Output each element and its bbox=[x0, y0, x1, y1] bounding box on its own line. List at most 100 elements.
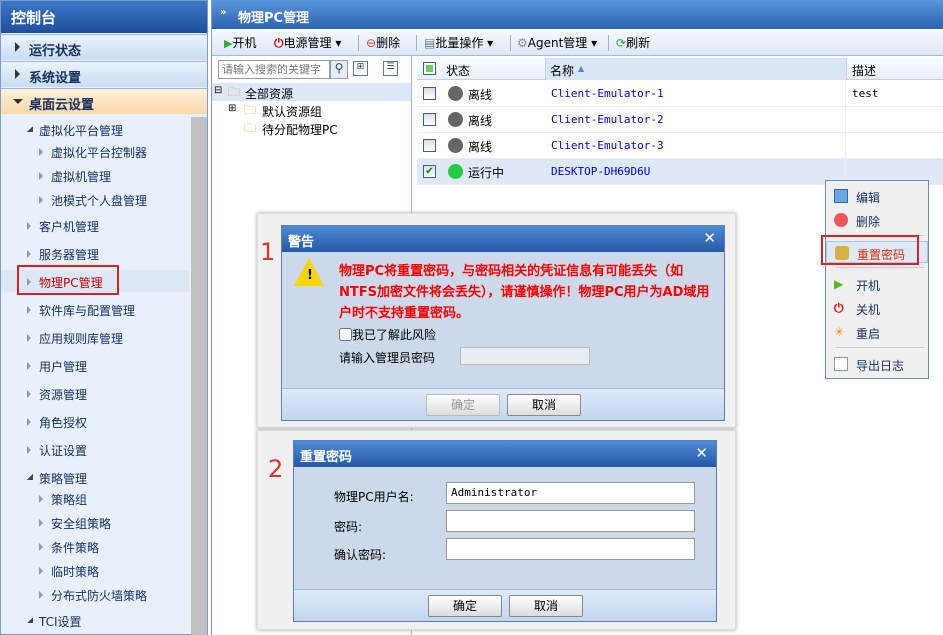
select-all-checkbox[interactable] bbox=[423, 62, 436, 75]
menu-item-power-on[interactable]: ▶ 开机 bbox=[826, 273, 928, 295]
refresh-button[interactable]: ⟳刷新 bbox=[616, 34, 650, 51]
list-view-icon[interactable]: ☰ bbox=[383, 61, 398, 76]
menu-item-export-log[interactable]: 导出日志 bbox=[826, 353, 928, 375]
offline-status-icon bbox=[448, 138, 463, 153]
pc-name[interactable]: Client-Emulator-3 bbox=[551, 139, 664, 152]
power-on-button[interactable]: ▶开机 bbox=[224, 34, 256, 51]
restart-icon: ✳ bbox=[834, 325, 845, 339]
close-icon[interactable]: ✕ bbox=[695, 444, 708, 462]
cancel-button[interactable]: 取消 bbox=[509, 595, 583, 617]
caret-right-icon bbox=[27, 418, 31, 426]
confirm-password-label: 确认密码: bbox=[334, 548, 387, 562]
sidebar-item[interactable]: 服务器管理 bbox=[1, 242, 189, 264]
divider bbox=[608, 35, 609, 51]
row-checkbox[interactable] bbox=[423, 87, 436, 100]
ok-button[interactable]: 确定 bbox=[426, 394, 500, 416]
sidebar-item[interactable]: 软件库与配置管理 bbox=[1, 298, 189, 320]
label: 开机 bbox=[232, 36, 257, 50]
sidebar-item[interactable]: 条件策略 bbox=[1, 535, 189, 557]
sidebar-item[interactable]: 应用规则库管理 bbox=[1, 326, 189, 348]
sidebar-item[interactable]: 用户管理 bbox=[1, 354, 189, 376]
batch-ops-button[interactable]: ▤批量操作 ▾ bbox=[424, 34, 493, 51]
sidebar-scrollbar[interactable] bbox=[191, 117, 207, 635]
sidebar-item[interactable]: 策略管理 bbox=[1, 466, 189, 488]
table-row[interactable]: 离线 Client-Emulator-2 bbox=[417, 107, 943, 133]
sidebar-item[interactable]: 角色授权 bbox=[1, 410, 189, 432]
menu-item-delete[interactable]: 删除 bbox=[826, 209, 928, 231]
divider bbox=[836, 267, 924, 268]
page-title: » 物理PC管理 bbox=[212, 0, 943, 29]
row-checkbox[interactable]: ✔ bbox=[423, 165, 436, 178]
sidebar-item-label: 策略组 bbox=[51, 493, 88, 507]
sidebar-item[interactable]: 虚拟化平台管理 bbox=[1, 118, 189, 140]
ack-checkbox[interactable] bbox=[339, 328, 352, 341]
username-label: 物理PC用户名: bbox=[334, 490, 414, 504]
dialog-title: 重置密码 bbox=[294, 441, 716, 467]
column-desc[interactable]: 描述 bbox=[852, 62, 876, 79]
ack-checkbox-row[interactable]: 我已了解此风险 bbox=[339, 326, 436, 343]
highlight-box bbox=[17, 265, 119, 295]
label: 删除 bbox=[856, 215, 881, 229]
sidebar-item[interactable]: 分布式防火墙策略 bbox=[1, 583, 189, 605]
menu-item-edit[interactable]: 编辑 bbox=[826, 185, 928, 207]
expand-tree-icon[interactable]: ⊞ bbox=[353, 61, 368, 76]
row-checkbox[interactable] bbox=[423, 139, 436, 152]
section-desktop-cloud[interactable]: 桌面云设置 bbox=[1, 88, 207, 114]
sidebar-item[interactable]: 虚拟化平台控制器 bbox=[1, 140, 189, 162]
caret-right-icon bbox=[39, 543, 43, 551]
password-input[interactable] bbox=[446, 510, 695, 532]
sidebar-item-label: 资源管理 bbox=[39, 388, 88, 402]
caret-right-icon bbox=[39, 495, 43, 503]
delete-button[interactable]: ⊖删除 bbox=[366, 34, 400, 51]
sidebar-item[interactable]: 认证设置 bbox=[1, 438, 189, 460]
admin-password-input[interactable] bbox=[460, 347, 590, 365]
sidebar-item[interactable]: 资源管理 bbox=[1, 382, 189, 404]
status-text: 离线 bbox=[468, 88, 493, 102]
column-name[interactable]: 名称 ▲ bbox=[545, 58, 847, 80]
username-input[interactable]: Administrator bbox=[446, 482, 695, 504]
section-run-status[interactable]: 运行状态 bbox=[1, 34, 207, 60]
menu-item-shutdown[interactable]: ⏻ 关机 bbox=[826, 297, 928, 319]
table-row[interactable]: 离线 Client-Emulator-3 bbox=[417, 133, 943, 159]
batch-icon: ▤ bbox=[424, 36, 436, 50]
cancel-button[interactable]: 取消 bbox=[507, 394, 581, 416]
section-label: 系统设置 bbox=[29, 71, 82, 86]
sort-asc-icon: ▲ bbox=[578, 64, 585, 73]
confirm-password-input[interactable] bbox=[446, 538, 695, 560]
section-system-settings[interactable]: 系统设置 bbox=[1, 61, 207, 87]
sidebar-item[interactable]: 池模式个人盘管理 bbox=[1, 188, 189, 210]
table-row[interactable]: 离线 Client-Emulator-1 test bbox=[417, 81, 943, 107]
tree-node[interactable]: ⊞ 🗀 默认资源组 bbox=[212, 101, 411, 119]
sidebar-item-label: 用户管理 bbox=[39, 360, 88, 374]
sidebar-item-label: 客户机管理 bbox=[39, 220, 100, 234]
sidebar-item-label: 虚拟化平台管理 bbox=[39, 124, 124, 138]
caret-down-icon bbox=[13, 99, 23, 104]
collapse-icon[interactable]: ⊟ bbox=[214, 85, 222, 96]
agent-mgmt-button[interactable]: ⚙Agent管理 ▾ bbox=[517, 34, 597, 51]
row-checkbox[interactable] bbox=[423, 113, 436, 126]
power-mgmt-button[interactable]: ⏻电源管理 ▾ bbox=[274, 34, 341, 51]
sidebar-item[interactable]: TCI设置 bbox=[1, 609, 189, 631]
sidebar-item-label: 池模式个人盘管理 bbox=[51, 194, 148, 208]
sidebar-item[interactable]: 安全组策略 bbox=[1, 511, 189, 533]
pc-name[interactable]: Client-Emulator-1 bbox=[551, 87, 664, 100]
expand-icon[interactable]: ⊞ bbox=[228, 103, 236, 114]
admin-password-label: 请输入管理员密码 bbox=[339, 351, 436, 365]
search-icon[interactable]: ⚲ bbox=[330, 60, 348, 79]
label: 开机 bbox=[856, 279, 881, 293]
pc-name[interactable]: Client-Emulator-2 bbox=[551, 113, 664, 126]
close-icon[interactable]: ✕ bbox=[703, 229, 716, 247]
sidebar-item[interactable]: 虚拟机管理 bbox=[1, 164, 189, 186]
menu-item-restart[interactable]: ✳ 重启 bbox=[826, 321, 928, 343]
column-status[interactable]: 状态 bbox=[446, 62, 470, 79]
tree-node-root[interactable]: ⊟ 🗀 全部资源 bbox=[212, 83, 411, 101]
pc-name[interactable]: DESKTOP-DH69D6U bbox=[551, 165, 650, 178]
sidebar-item[interactable]: 客户机管理 bbox=[1, 214, 189, 236]
sidebar-item[interactable]: 策略组 bbox=[1, 487, 189, 509]
sidebar-item[interactable]: 临时策略 bbox=[1, 559, 189, 581]
sidebar-item-label: 策略管理 bbox=[39, 472, 88, 486]
tree-node[interactable]: 🗀 待分配物理PC bbox=[212, 119, 411, 137]
sidebar-item-label: 软件库与配置管理 bbox=[39, 304, 136, 318]
ok-button[interactable]: 确定 bbox=[428, 595, 502, 617]
search-input[interactable] bbox=[218, 60, 330, 79]
